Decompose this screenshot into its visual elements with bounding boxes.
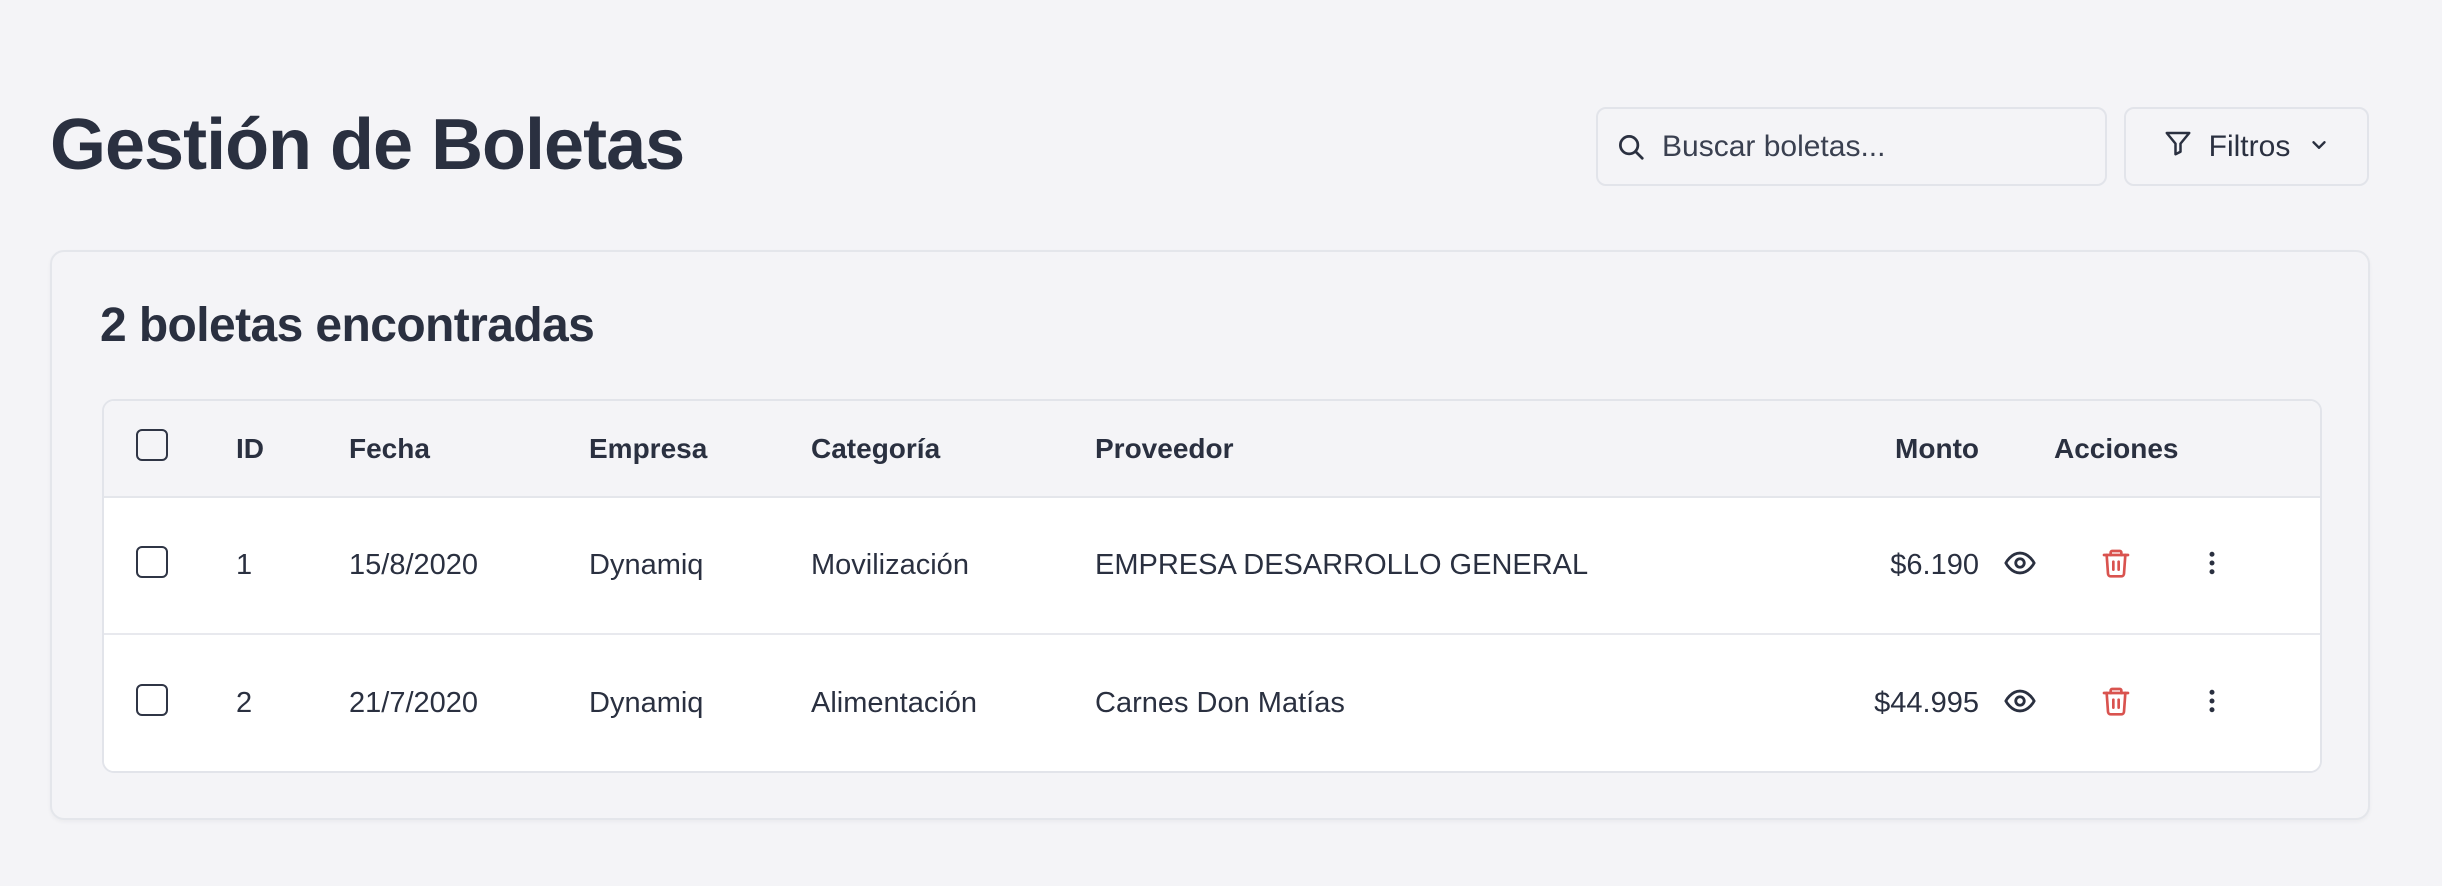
cell-id: 1 [236, 549, 253, 581]
table-header: ID Fecha Empresa Categoría Proveedor Mon… [104, 401, 2320, 498]
table-row[interactable]: 1 15/8/2020 Dynamiq Movilización EMPRESA… [104, 498, 2320, 635]
delete-button[interactable] [2094, 635, 2138, 771]
column-header-categoria[interactable]: Categoría [811, 401, 940, 496]
more-vertical-icon [2197, 548, 2227, 583]
cell-empresa: Dynamiq [589, 549, 704, 581]
column-header-monto[interactable]: Monto [1704, 401, 1979, 496]
column-header-proveedor[interactable]: Proveedor [1095, 401, 1234, 496]
column-header-id[interactable]: ID [236, 401, 264, 496]
table-row[interactable]: 2 21/7/2020 Dynamiq Alimentación Carnes … [104, 635, 2320, 771]
filters-label: Filtros [2208, 129, 2291, 163]
select-all-checkbox[interactable] [136, 428, 168, 461]
search-input[interactable] [1662, 129, 2082, 164]
boletas-table: ID Fecha Empresa Categoría Proveedor Mon… [102, 399, 2322, 773]
results-count: 2 boletas encontradas [100, 299, 595, 352]
column-header-empresa[interactable]: Empresa [589, 401, 707, 496]
results-card: 2 boletas encontradas ID Fecha Empresa C… [50, 250, 2370, 820]
more-options-button[interactable] [2190, 635, 2234, 771]
row-select-cell [136, 494, 168, 629]
row-select-cell [136, 631, 168, 768]
view-button[interactable] [1998, 498, 2042, 633]
row-checkbox[interactable] [136, 545, 168, 578]
cell-fecha: 21/7/2020 [349, 687, 479, 719]
eye-icon [2003, 546, 2037, 585]
cell-empresa: Dynamiq [589, 687, 704, 719]
delete-button[interactable] [2094, 498, 2138, 633]
more-vertical-icon [2197, 686, 2227, 721]
cell-proveedor: Carnes Don Matías [1095, 687, 1345, 719]
view-button[interactable] [1998, 635, 2042, 771]
trash-icon [2100, 684, 2132, 723]
cell-fecha: 15/8/2020 [349, 549, 479, 581]
search-icon [1614, 130, 1648, 164]
cell-categoria: Alimentación [811, 687, 978, 719]
filter-icon [2163, 128, 2193, 166]
column-header-fecha[interactable]: Fecha [349, 401, 430, 496]
row-checkbox[interactable] [136, 683, 168, 716]
select-all-cell [136, 401, 168, 492]
page-title: Gestión de Boletas [50, 105, 685, 185]
chevron-down-icon [2308, 130, 2330, 164]
page: Gestión de Boletas Filtros 2 boletas enc… [0, 0, 2442, 886]
cell-categoria: Movilización [811, 549, 969, 581]
cell-id: 2 [236, 687, 253, 719]
more-options-button[interactable] [2190, 498, 2234, 633]
filters-button[interactable]: Filtros [2124, 107, 2369, 186]
search-box[interactable] [1596, 107, 2107, 186]
cell-monto: $6.190 [1890, 549, 1979, 581]
column-header-acciones: Acciones [2054, 432, 2179, 464]
cell-proveedor: EMPRESA DESARROLLO GENERAL [1095, 549, 1589, 581]
trash-icon [2100, 546, 2132, 585]
cell-monto: $44.995 [1874, 687, 1979, 719]
eye-icon [2003, 684, 2037, 723]
